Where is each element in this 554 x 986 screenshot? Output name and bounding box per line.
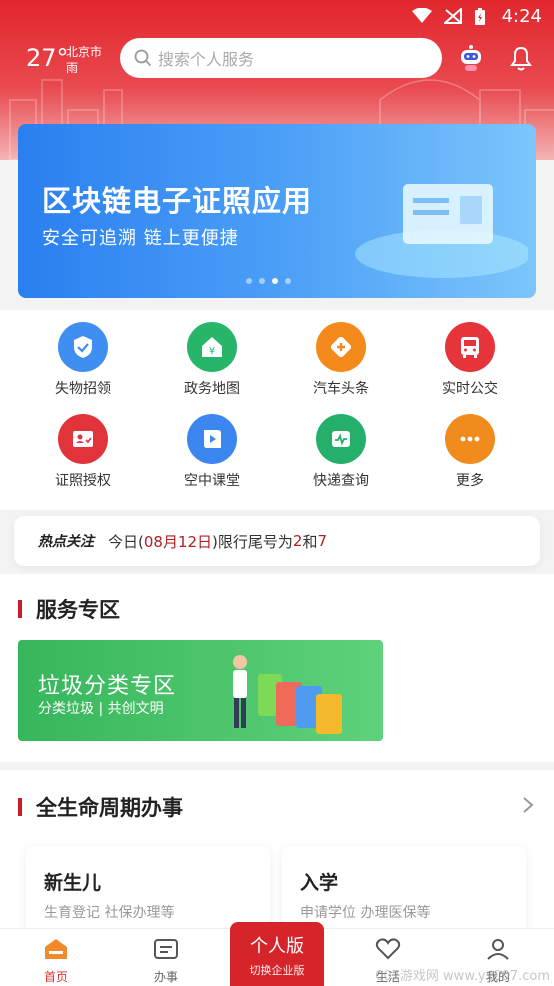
tab-label: 办事	[153, 970, 178, 984]
switch-enterprise-label: 切换企业版	[249, 964, 305, 977]
tracking-icon	[316, 414, 366, 464]
search-placeholder: 搜索个人服务	[158, 50, 255, 69]
service-label: 更多	[456, 473, 484, 489]
service-express-tracking[interactable]: 快递查询	[281, 414, 401, 490]
service-label: 证照授权	[55, 473, 111, 489]
personal-edition-switch-button[interactable]: 个人版 切换企业版	[230, 922, 324, 986]
more-dots-icon	[445, 414, 495, 464]
title-accent-bar	[18, 798, 22, 816]
carousel-dot[interactable]	[259, 278, 265, 284]
trash-bins-illustration	[233, 655, 342, 734]
card-subtitle: 申请学位 办理医保等	[300, 905, 431, 921]
chevron-right-icon[interactable]	[522, 796, 534, 814]
hot-and: 和	[302, 532, 318, 551]
road-sign-plus-icon	[316, 322, 366, 372]
banner-subtitle: 安全可追溯 链上更便捷	[42, 228, 239, 249]
service-car-news[interactable]: 汽车头条	[281, 322, 401, 398]
carousel-indicator	[246, 278, 291, 284]
carousel-dot[interactable]	[246, 278, 252, 284]
service-label: 实时公交	[442, 381, 498, 397]
service-more[interactable]: 更多	[410, 414, 530, 490]
hot-notice-bar[interactable]: 热点关注 今日(08月12日)限行尾号为 2 和 7	[14, 516, 540, 566]
tab-label: 首页	[43, 970, 68, 984]
service-lost-found[interactable]: 失物招领	[23, 322, 143, 398]
carousel-dot-active[interactable]	[272, 278, 278, 284]
service-air-classroom[interactable]: 空中课堂	[152, 414, 272, 490]
service-grid: 失物招领 ¥ 政务地图 汽车头条 实时公交 证照授权 空中课堂 快递查询 更多	[0, 310, 554, 510]
section-title: 全生命周期办事	[18, 792, 183, 822]
svg-text:¥: ¥	[209, 346, 215, 357]
assistant-robot-icon[interactable]	[458, 44, 484, 76]
notification-bell-icon[interactable]	[508, 44, 534, 76]
heart-icon	[375, 938, 401, 960]
status-icons	[412, 8, 486, 26]
garbage-sorting-banner[interactable]: 垃圾分类专区 分类垃圾 | 共创文明	[18, 640, 383, 741]
search-icon	[134, 49, 152, 67]
bus-icon	[445, 322, 495, 372]
banner-carousel[interactable]: 区块链电子证照应用 安全可追溯 链上更便捷	[18, 124, 536, 298]
banner-title: 区块链电子证照应用	[42, 184, 313, 218]
section-title-text: 服务专区	[36, 598, 120, 622]
card-title: 入学	[300, 872, 339, 894]
service-license-auth[interactable]: 证照授权	[23, 414, 143, 490]
hot-tag: 热点关注	[38, 534, 94, 550]
personal-title: 个人版	[250, 936, 304, 957]
service-realtime-bus[interactable]: 实时公交	[410, 322, 530, 398]
hot-date: 08月12日	[143, 532, 213, 551]
lifecycle-section: 全生命周期办事 新生儿 生育登记 社保办理等 入学 申请学位 办理医保等	[0, 770, 554, 936]
city-name: 北京市	[66, 45, 103, 59]
service-label: 失物招领	[55, 381, 111, 397]
service-label: 快递查询	[313, 473, 369, 489]
watermark: 007游戏网 www.yx007.com	[375, 969, 550, 984]
home-icon	[45, 939, 67, 959]
service-label: 空中课堂	[184, 473, 240, 489]
yuan-house-icon: ¥	[187, 322, 237, 372]
card-title: 新生儿	[44, 872, 102, 894]
weather-location: 北京市 雨	[66, 44, 102, 76]
shield-check-icon	[58, 322, 108, 372]
carousel-dot[interactable]	[285, 278, 291, 284]
play-book-icon	[187, 414, 237, 464]
plate-number-2: 7	[317, 532, 328, 550]
service-label: 汽车头条	[313, 381, 369, 397]
plate-number-1: 2	[292, 532, 303, 550]
section-title-text: 全生命周期办事	[36, 796, 183, 820]
tasks-icon	[154, 939, 178, 959]
garbage-title: 垃圾分类专区	[38, 674, 177, 699]
status-time: 4:24	[501, 6, 542, 27]
weather-condition: 雨	[66, 61, 79, 75]
status-bar: 4:24	[0, 0, 554, 34]
garbage-subtitle: 分类垃圾 | 共创文明	[38, 701, 164, 717]
service-zone-section: 服务专区 垃圾分类专区 分类垃圾 | 共创文明	[0, 574, 554, 762]
tab-tasks[interactable]: 办事	[131, 937, 201, 985]
hot-text-mid: )限行尾号为	[212, 532, 293, 551]
tab-home[interactable]: 首页	[21, 937, 91, 985]
id-card-icon	[58, 414, 108, 464]
service-label: 政务地图	[184, 381, 240, 397]
no-signal-icon	[444, 8, 462, 24]
banner-id-card-illustration	[355, 184, 528, 278]
title-accent-bar	[18, 600, 22, 618]
user-icon	[487, 939, 509, 960]
wifi-icon	[412, 8, 432, 23]
service-gov-map[interactable]: ¥ 政务地图	[152, 322, 272, 398]
search-input[interactable]: 搜索个人服务	[120, 38, 442, 78]
battery-charging-icon	[475, 8, 485, 25]
section-title: 服务专区	[18, 594, 120, 624]
card-subtitle: 生育登记 社保办理等	[44, 905, 175, 921]
hot-text-pre: 今日(	[108, 532, 144, 551]
temperature: 27°	[26, 44, 69, 72]
